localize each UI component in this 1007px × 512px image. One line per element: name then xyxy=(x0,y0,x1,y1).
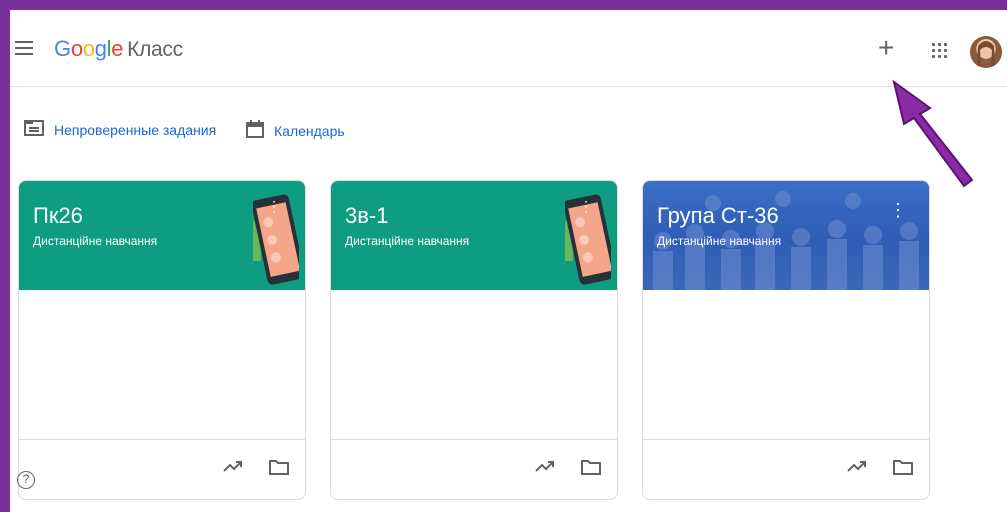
trending-icon[interactable] xyxy=(223,459,243,478)
plus-icon[interactable]: + xyxy=(878,34,894,62)
trending-icon[interactable] xyxy=(847,459,867,478)
help-icon[interactable]: ? xyxy=(17,471,35,489)
card-divider xyxy=(643,439,929,440)
folder-icon[interactable] xyxy=(269,459,289,480)
card-header[interactable]: Група Ст-36 Дистанційне навчання ⋮ xyxy=(643,181,929,290)
review-label: Непроверенные задания xyxy=(54,121,217,138)
calendar-label: Календарь xyxy=(274,122,345,139)
kebab-icon[interactable]: ⋮ xyxy=(889,201,907,219)
card-header[interactable]: Пк26 Дистанційне навчання ⋮ xyxy=(19,181,305,290)
card-divider xyxy=(331,439,617,440)
kebab-icon[interactable]: ⋮ xyxy=(579,197,593,215)
review-link[interactable]: Непроверенные задания xyxy=(24,120,216,139)
annotation-arrow xyxy=(892,79,974,188)
card-subtitle: Дистанційне навчання xyxy=(657,234,782,248)
assignment-icon xyxy=(24,120,44,139)
logo-letter: o xyxy=(82,36,95,61)
card-title[interactable]: 3в-1 xyxy=(345,203,388,229)
class-card[interactable]: 3в-1 Дистанційне навчання ⋮ xyxy=(330,180,618,500)
class-card[interactable]: Група Ст-36 Дистанційне навчання ⋮ xyxy=(642,180,930,500)
calendar-icon xyxy=(246,120,264,141)
menu-icon[interactable] xyxy=(15,41,33,55)
apps-icon[interactable] xyxy=(932,43,948,59)
card-subtitle: Дистанційне навчання xyxy=(345,234,470,248)
folder-icon[interactable] xyxy=(581,459,601,480)
card-title[interactable]: Пк26 xyxy=(33,203,83,229)
card-title[interactable]: Група Ст-36 xyxy=(657,203,779,229)
trending-icon[interactable] xyxy=(535,459,555,478)
kebab-icon[interactable]: ⋮ xyxy=(267,197,281,215)
avatar[interactable] xyxy=(970,36,1002,68)
card-subtitle: Дистанційне навчання xyxy=(33,234,158,248)
app-header: Google Класс + xyxy=(10,10,1007,87)
app-logo[interactable]: Google Класс xyxy=(54,36,183,62)
logo-letter: G xyxy=(54,36,71,61)
product-name: Класс xyxy=(127,38,183,61)
logo-letter: o xyxy=(70,36,83,61)
class-card[interactable]: Пк26 Дистанційне навчання ⋮ xyxy=(18,180,306,500)
card-header[interactable]: 3в-1 Дистанційне навчання ⋮ xyxy=(331,181,617,290)
logo-letter: e xyxy=(111,36,124,61)
card-divider xyxy=(19,439,305,440)
calendar-link[interactable]: Календарь xyxy=(246,120,345,141)
logo-letter: g xyxy=(94,36,107,61)
folder-icon[interactable] xyxy=(893,459,913,480)
